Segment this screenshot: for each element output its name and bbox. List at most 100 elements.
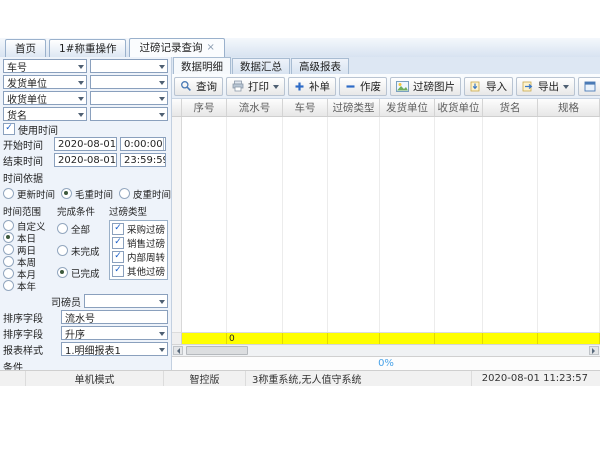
calendar-icon bbox=[116, 140, 117, 149]
filter-groups: 时间范围 自定义 本日 两日 本周 本月 本年 完成条件 全部 未完成 已完成 … bbox=[3, 204, 168, 292]
radio-icon bbox=[3, 232, 14, 243]
tab-weighing-operation[interactable]: 1#称重操作 bbox=[49, 39, 126, 57]
radio-unfinished[interactable]: 未完成 bbox=[57, 245, 107, 256]
summary-row: 0 bbox=[172, 332, 600, 344]
checkbox-icon bbox=[112, 223, 124, 235]
grid-body-col bbox=[380, 117, 435, 332]
chevron-down-icon bbox=[159, 300, 165, 307]
radio-icon bbox=[57, 267, 68, 278]
radio-update-time[interactable]: 更新时间 bbox=[3, 188, 55, 199]
weigh-photo-button[interactable]: 过磅图片 bbox=[390, 77, 461, 96]
tab-data-detail[interactable]: 数据明细 bbox=[173, 57, 231, 74]
goods-value-select[interactable] bbox=[90, 107, 168, 121]
checkbox-sale-weigh[interactable]: 销售过磅 bbox=[112, 237, 165, 248]
start-time-value: 0:00:00 bbox=[124, 139, 163, 150]
goods-field-label: 货名 bbox=[7, 107, 27, 121]
radio-custom-range[interactable]: 自定义 bbox=[3, 220, 55, 231]
grid-body-col bbox=[227, 117, 283, 332]
radio-this-year[interactable]: 本年 bbox=[3, 280, 55, 291]
app-window: 首页 1#称重操作 过磅记录查询 × 车号 bbox=[0, 38, 600, 386]
radio-this-week[interactable]: 本周 bbox=[3, 256, 55, 267]
chevron-down-icon bbox=[159, 332, 165, 339]
chevron-down-icon bbox=[159, 65, 165, 72]
grid-header: 序号 流水号 车号 过磅类型 发货单位 收货单位 货名 规格 bbox=[172, 99, 600, 117]
start-date-picker[interactable]: 2020-08-01 bbox=[54, 137, 117, 151]
scroll-right-button[interactable] bbox=[589, 346, 599, 355]
row-indicator-header bbox=[172, 99, 182, 116]
minus-icon bbox=[345, 81, 356, 92]
sort-order-select[interactable]: 升序 bbox=[61, 326, 168, 340]
chevron-down-icon bbox=[78, 65, 84, 72]
col-flow-no[interactable]: 流水号 bbox=[227, 99, 283, 116]
time-basis-options: 更新时间 毛重时间 皮重时间 bbox=[3, 187, 168, 201]
report-style-label: 报表样式 bbox=[3, 342, 58, 357]
col-serial-no[interactable]: 序号 bbox=[182, 99, 227, 116]
data-tab-bar: 数据明细 数据汇总 高级报表 bbox=[172, 57, 600, 74]
sort-field-value: 流水号 bbox=[65, 310, 95, 324]
end-date-picker[interactable]: 2020-08-01 bbox=[54, 153, 117, 167]
col-receiver[interactable]: 收货单位 bbox=[435, 99, 483, 116]
col-vehicle-no[interactable]: 车号 bbox=[283, 99, 328, 116]
radio-gross-time[interactable]: 毛重时间 bbox=[61, 188, 113, 199]
tab-advanced-report[interactable]: 高级报表 bbox=[291, 58, 349, 74]
sort-field-label: 排序字段 bbox=[3, 310, 58, 325]
checkbox-other-weigh[interactable]: 其他过磅 bbox=[112, 265, 165, 276]
chevron-down-icon bbox=[159, 81, 165, 88]
weigher-select[interactable] bbox=[84, 294, 168, 308]
radio-today[interactable]: 本日 bbox=[3, 232, 55, 243]
col-sender[interactable]: 发货单位 bbox=[380, 99, 435, 116]
sort-field-input[interactable]: 流水号 bbox=[61, 310, 168, 324]
chevron-down-icon bbox=[159, 97, 165, 104]
end-time-spinner[interactable]: 23:59:59 bbox=[120, 153, 166, 167]
import-button[interactable]: 导入 bbox=[464, 77, 513, 96]
sender-value-select[interactable] bbox=[90, 75, 168, 89]
grid-body-col bbox=[538, 117, 600, 332]
status-lead-cell bbox=[0, 371, 26, 386]
void-button[interactable]: 作废 bbox=[339, 77, 387, 96]
horizontal-scrollbar[interactable] bbox=[172, 344, 600, 356]
query-button[interactable]: 查询 bbox=[174, 77, 223, 96]
col-spec[interactable]: 规格 bbox=[538, 99, 600, 116]
scrollbar-thumb[interactable] bbox=[186, 346, 248, 355]
tab-data-summary[interactable]: 数据汇总 bbox=[232, 58, 290, 74]
radio-icon bbox=[3, 256, 14, 267]
use-time-checkbox[interactable] bbox=[3, 123, 15, 135]
report-style-value: 1.明细报表1 bbox=[65, 342, 121, 356]
sort-order-value: 升序 bbox=[65, 326, 85, 340]
radio-tare-time[interactable]: 皮重时间 bbox=[119, 188, 171, 199]
vehicle-field-select[interactable]: 车号 bbox=[3, 59, 87, 73]
checkbox-purchase-weigh[interactable]: 采购过磅 bbox=[112, 223, 165, 234]
scroll-left-button[interactable] bbox=[173, 346, 183, 355]
printer-icon bbox=[232, 80, 244, 92]
grid-body-col bbox=[182, 117, 227, 332]
grid-body-col bbox=[283, 117, 328, 332]
grid-body bbox=[172, 117, 600, 332]
progress-percent: 0% bbox=[378, 358, 394, 369]
goods-field-select[interactable]: 货名 bbox=[3, 107, 87, 121]
picture-icon bbox=[396, 81, 409, 92]
col-weigh-type[interactable]: 过磅类型 bbox=[328, 99, 380, 116]
report-style-select[interactable]: 1.明细报表1 bbox=[61, 342, 168, 356]
vehicle-value-select[interactable] bbox=[90, 59, 168, 73]
chevron-down-icon bbox=[159, 113, 165, 120]
radio-this-month[interactable]: 本月 bbox=[3, 268, 55, 279]
radio-finished[interactable]: 已完成 bbox=[57, 267, 107, 278]
radio-two-days[interactable]: 两日 bbox=[3, 244, 55, 255]
close-tab-icon[interactable]: × bbox=[206, 43, 214, 53]
receiver-value-select[interactable] bbox=[90, 91, 168, 105]
start-time-spinner[interactable]: 0:00:00 bbox=[120, 137, 166, 151]
supplement-button[interactable]: 补单 bbox=[288, 77, 336, 96]
use-time-row: 使用时间 bbox=[3, 123, 168, 135]
spinner-icon[interactable] bbox=[163, 138, 166, 150]
settings-button[interactable]: 设置 bbox=[578, 77, 600, 96]
sender-field-select[interactable]: 发货单位 bbox=[3, 75, 87, 89]
tab-home[interactable]: 首页 bbox=[5, 39, 46, 57]
col-goods[interactable]: 货名 bbox=[483, 99, 538, 116]
receiver-field-select[interactable]: 收货单位 bbox=[3, 91, 87, 105]
tab-weighing-record-query[interactable]: 过磅记录查询 × bbox=[129, 38, 224, 57]
export-button[interactable]: 导出 bbox=[516, 77, 575, 96]
checkbox-internal-transfer[interactable]: 内部周转 bbox=[112, 251, 165, 262]
print-button[interactable]: 打印 bbox=[226, 77, 285, 96]
summary-cell bbox=[328, 333, 380, 344]
radio-all[interactable]: 全部 bbox=[57, 223, 107, 234]
